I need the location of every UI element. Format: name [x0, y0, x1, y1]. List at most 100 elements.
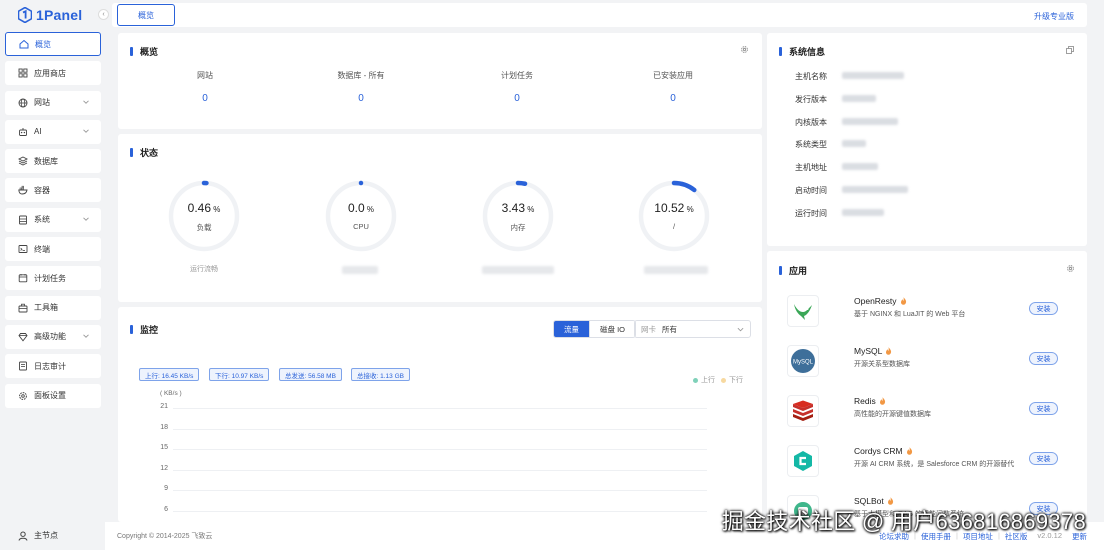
app-name: Redis: [854, 396, 886, 406]
sidebar-item-label: AI: [34, 127, 42, 137]
sidebar-item-8[interactable]: 计划任务: [5, 266, 101, 291]
docker-icon: [18, 185, 28, 195]
app-description: 开源 AI CRM 系统，是 Salesforce CRM 的开源替代: [854, 461, 1015, 468]
gauge-ring: [168, 180, 240, 252]
y-tick-label: 9: [164, 485, 168, 492]
logo[interactable]: 1Panel: [18, 6, 82, 24]
gauge-load[interactable]: 0.46 % 负载: [166, 178, 242, 254]
app-row[interactable]: Redis 高性能的开源键值数据库 安装: [787, 392, 1067, 432]
stat-installed-apps[interactable]: 已安装应用 0: [618, 70, 728, 104]
node-switcher[interactable]: 主节点: [18, 530, 58, 541]
y-tick-label: 21: [160, 403, 168, 410]
app-description: 开源关系型数据库: [854, 361, 910, 368]
monitor-tabs: 流量 磁盘 IO: [553, 320, 637, 338]
sidebar-item-3[interactable]: AI: [5, 119, 101, 144]
sysinfo-label: 启动时间: [795, 186, 827, 195]
flame-icon: [879, 397, 885, 405]
install-button[interactable]: 安装: [1029, 302, 1058, 315]
install-button[interactable]: 安装: [1029, 402, 1058, 415]
chevron-down-icon: [83, 217, 89, 221]
sidebar-item-6[interactable]: 系统: [5, 207, 101, 232]
netcard-select[interactable]: 网卡 所有: [634, 320, 751, 338]
sidebar-item-9[interactable]: 工具箱: [5, 295, 101, 320]
netcard-value: 所有: [662, 324, 677, 334]
legend-upload[interactable]: 上行: [693, 375, 715, 385]
sidebar-item-1[interactable]: 应用商店: [5, 61, 101, 86]
sidebar-item-7[interactable]: 终端: [5, 237, 101, 262]
copy-icon[interactable]: [1066, 46, 1074, 54]
flame-icon: [900, 297, 906, 305]
sidebar-item-0[interactable]: 概览: [5, 32, 101, 56]
sidebar-item-label: 应用商店: [34, 68, 66, 78]
gauge-disk[interactable]: 10.52 % /: [636, 178, 712, 254]
tab-traffic[interactable]: 流量: [554, 321, 589, 337]
download-speed-pill: 下行: 10.97 KB/s: [209, 368, 270, 381]
sysinfo-label: 发行版本: [795, 94, 827, 104]
legend-download[interactable]: 下行: [721, 375, 743, 385]
grid-line: [173, 490, 707, 491]
sidebar-item-5[interactable]: 容器: [5, 178, 101, 203]
sidebar-item-4[interactable]: 数据库: [5, 149, 101, 174]
sysinfo-title: 系统信息: [779, 45, 825, 58]
y-tick-label: 12: [160, 464, 168, 472]
copyright-text: Copyright © 2014-2025 飞致云: [117, 533, 213, 540]
redacted-value: [842, 94, 876, 102]
sidebar-item-label: 系统: [34, 215, 50, 225]
y-tick-label: 18: [160, 423, 168, 431]
y-tick-label: 6: [164, 505, 168, 513]
svg-text:MySQL: MySQL: [793, 360, 814, 366]
gauge-value: 0.0 %: [347, 201, 375, 215]
sidebar-item-2[interactable]: 网站: [5, 90, 101, 115]
upgrade-pro-link[interactable]: 升级专业版: [1034, 11, 1074, 22]
gauge-ring: [325, 180, 397, 252]
sidebar-nav: 概览应用商店网站 AI 数据库容器系统终端计划任务工具箱高级功能日志审计面板设置: [5, 32, 101, 413]
tab-overview[interactable]: 概览: [117, 4, 175, 26]
topbar: 概览 升级专业版: [112, 3, 1087, 27]
gear-icon[interactable]: [1066, 264, 1075, 273]
flame-icon: [886, 347, 892, 355]
stat-websites[interactable]: 网站 0: [150, 70, 260, 104]
collapse-sidebar-button[interactable]: ‹: [98, 9, 109, 20]
y-tick-label: 15: [160, 444, 168, 451]
sysinfo-label: 主机地址: [795, 163, 827, 173]
sidebar-item-10[interactable]: 高级功能: [5, 324, 101, 349]
home-icon: [19, 39, 29, 49]
gauge-memory[interactable]: 3.43 % 内存: [480, 178, 556, 254]
app-row[interactable]: OpenResty 基于 NGINX 和 LuaJIT 的 Web 平台 安装: [787, 292, 1067, 332]
install-button[interactable]: 安装: [1029, 452, 1058, 465]
app-row[interactable]: Cordys CRM 开源 AI CRM 系统，是 Salesforce CRM …: [787, 442, 1067, 482]
y-axis-unit: ( KB/s ): [160, 390, 182, 397]
stat-databases[interactable]: 数据库 - 所有 0: [306, 70, 416, 104]
redacted-value: [842, 186, 908, 193]
sidebar-item-label: 容器: [34, 185, 50, 195]
grid-line: [173, 428, 707, 430]
gauge-label: CPU: [353, 222, 369, 231]
app-name: MySQL: [854, 346, 892, 356]
total-received-pill: 总接收: 1.13 GB: [351, 368, 410, 381]
gauge-value: 0.46 %: [187, 201, 221, 215]
settings-icon: [18, 391, 28, 401]
sidebar-item-12[interactable]: 面板设置: [5, 383, 101, 408]
gauge-ring: [638, 180, 710, 252]
gear-icon[interactable]: [740, 45, 749, 54]
install-button[interactable]: 安装: [1029, 352, 1058, 365]
redacted-value: [842, 163, 878, 171]
openresty-logo: [787, 295, 819, 327]
tab-disk-io[interactable]: 磁盘 IO: [589, 321, 635, 337]
app-description: 基于 NGINX 和 LuaJIT 的 Web 平台: [854, 311, 966, 318]
gauge-value: 3.43 %: [501, 201, 535, 215]
grid-line: [173, 408, 707, 409]
stat-cronjobs[interactable]: 计划任务 0: [462, 70, 572, 104]
gauge-label: 负载: [196, 223, 212, 232]
sysinfo-label: 运行时间: [795, 208, 827, 218]
overview-title: 概览: [130, 45, 158, 58]
chevron-down-icon: [83, 334, 89, 338]
gauge-cpu[interactable]: 0.0 % CPU: [323, 178, 399, 254]
sidebar-item-label: 日志审计: [34, 361, 66, 371]
flame-icon: [906, 447, 912, 455]
app-row[interactable]: MySQL MySQL 开源关系型数据库 安装: [787, 342, 1067, 382]
upload-speed-pill: 上行: 16.45 KB/s: [139, 368, 200, 381]
chevron-down-icon: [83, 129, 89, 133]
user-icon: [18, 531, 28, 541]
sidebar-item-11[interactable]: 日志审计: [5, 354, 101, 379]
